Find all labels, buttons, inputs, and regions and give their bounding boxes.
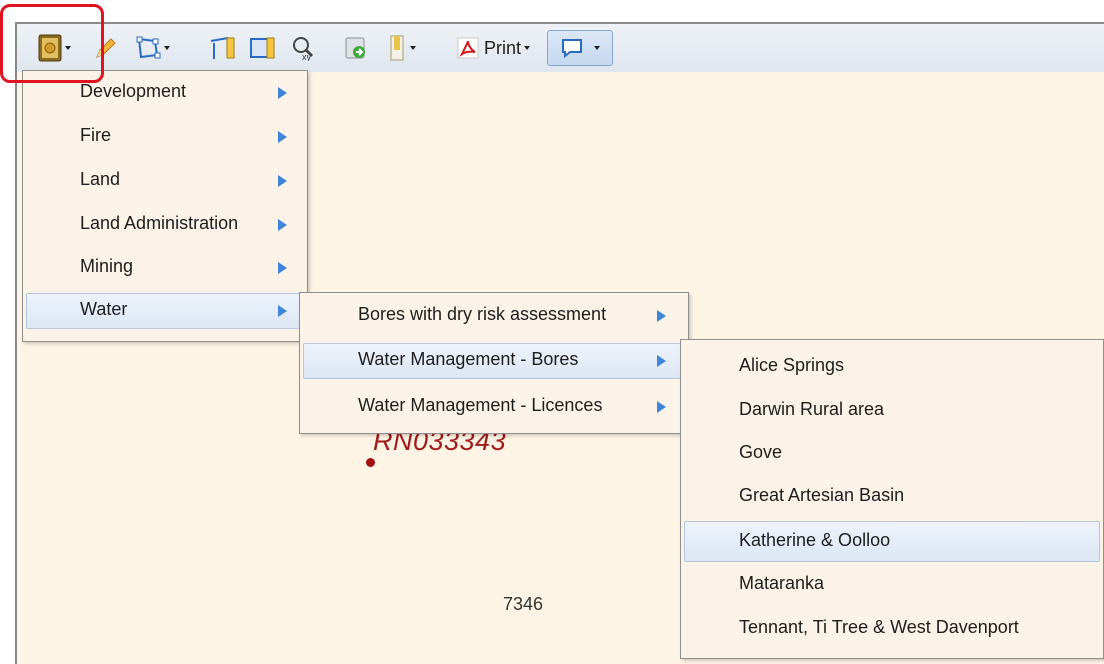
print-button[interactable]: Print: [443, 32, 543, 64]
submenu-arrow-icon: [278, 262, 287, 274]
submenu-arrow-icon: [278, 131, 287, 143]
submenu-arrow-icon: [657, 401, 666, 413]
svg-text:xy: xy: [302, 52, 312, 61]
polygon-select-icon: [136, 36, 160, 59]
layers-menu: Development Fire Land Land Administratio…: [22, 70, 308, 342]
bookmark-icon: [390, 35, 403, 61]
submenu-arrow-icon: [657, 355, 666, 367]
select-shape-button[interactable]: [129, 32, 175, 64]
chevron-down-icon: [594, 46, 600, 50]
export-button[interactable]: [339, 32, 373, 64]
map-toolbar: xy Print: [17, 24, 1104, 73]
menu-item-land[interactable]: Land: [26, 163, 304, 199]
menu-item-mining[interactable]: Mining: [26, 250, 304, 286]
menu-item-katherine-oolloo[interactable]: Katherine & Oolloo: [684, 521, 1100, 562]
feature-point[interactable]: [366, 458, 375, 467]
submenu-arrow-icon: [278, 175, 287, 187]
comment-button[interactable]: [547, 30, 613, 66]
identify-button[interactable]: xy: [287, 32, 321, 64]
measure-line-button[interactable]: [205, 32, 239, 64]
pdf-icon: [457, 37, 479, 59]
menu-item-great-artesian-basin[interactable]: Great Artesian Basin: [684, 479, 1100, 515]
menu-item-alice-springs[interactable]: Alice Springs: [684, 349, 1100, 385]
bookmark-button[interactable]: [379, 32, 423, 64]
chevron-down-icon: [524, 46, 530, 50]
water-management-bores-submenu: Alice Springs Darwin Rural area Gove Gre…: [680, 339, 1104, 659]
menu-item-bores-dry-risk[interactable]: Bores with dry risk assessment: [303, 298, 685, 334]
chevron-down-icon: [409, 46, 416, 50]
submenu-arrow-icon: [278, 219, 287, 231]
submenu-arrow-icon: [278, 87, 287, 99]
submenu-arrow-icon: [278, 305, 287, 317]
water-submenu: Bores with dry risk assessment Water Man…: [299, 292, 689, 434]
grid-number: 7346: [503, 594, 544, 614]
menu-item-mataranka[interactable]: Mataranka: [684, 567, 1100, 603]
menu-item-fire[interactable]: Fire: [26, 119, 304, 155]
measure-area-icon: [250, 37, 275, 59]
print-label: Print: [483, 37, 521, 58]
chevron-down-icon: [163, 46, 170, 50]
measure-line-icon: [210, 37, 235, 59]
menu-item-gove[interactable]: Gove: [684, 436, 1100, 472]
measure-area-button[interactable]: [245, 32, 279, 64]
menu-item-tennant-ti-tree-west-davenport[interactable]: Tennant, Ti Tree & West Davenport: [684, 611, 1100, 647]
menu-item-water-management-bores[interactable]: Water Management - Bores: [303, 343, 685, 379]
highlight-box: [0, 4, 104, 83]
submenu-arrow-icon: [657, 310, 666, 322]
menu-item-water[interactable]: Water: [26, 293, 304, 329]
export-icon: [345, 37, 365, 59]
menu-item-water-management-licences[interactable]: Water Management - Licences: [303, 389, 685, 425]
menu-item-darwin-rural-area[interactable]: Darwin Rural area: [684, 393, 1100, 429]
speech-bubble-icon: [562, 39, 582, 59]
menu-item-land-administration[interactable]: Land Administration: [26, 207, 304, 243]
identify-xy-icon: xy: [293, 37, 314, 61]
